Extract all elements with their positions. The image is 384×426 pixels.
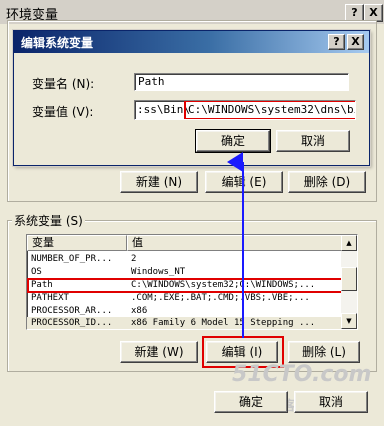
annotation-arrow — [227, 152, 244, 338]
